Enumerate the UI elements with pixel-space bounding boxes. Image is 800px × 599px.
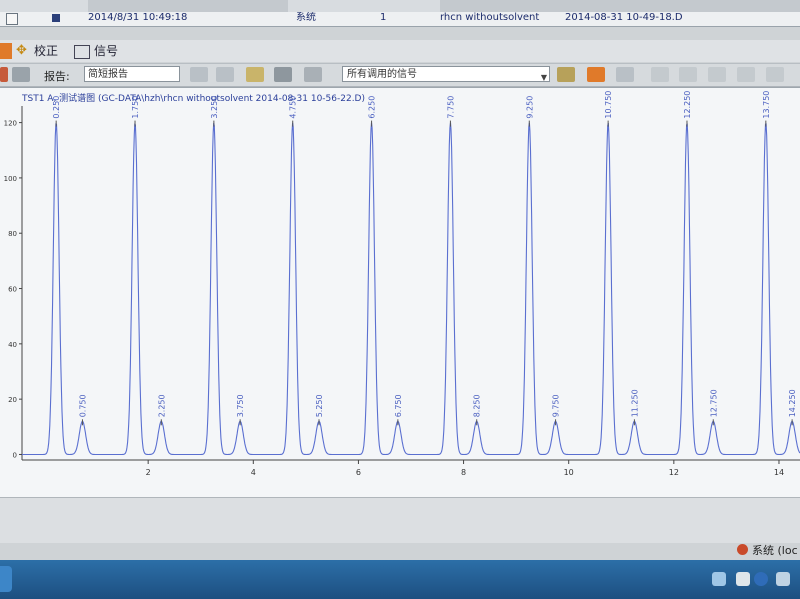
zoom-out-icon[interactable] (616, 67, 634, 82)
table-cell-datetime: 2014/8/31 10:49:18 (88, 12, 188, 23)
tray-help-icon[interactable] (754, 572, 768, 586)
integrate-icon[interactable] (557, 67, 575, 82)
table-cell-blurred (440, 0, 800, 12)
peak-label: 8.250 (473, 394, 482, 417)
table-cell-type: 系统 (296, 12, 316, 23)
peak-label: 13.750 (762, 91, 771, 119)
x-tick-label: 14 (774, 468, 784, 477)
sequence-table: 2014/8/31 10:49:18 系统 1 rhcn withoutsolv… (0, 0, 800, 27)
peak-label: 6.750 (394, 394, 403, 417)
y-tick-label: 120 (4, 120, 17, 128)
app-menu-icon[interactable] (0, 43, 12, 59)
x-tick-label: 6 (356, 468, 361, 477)
preview-icon[interactable] (216, 67, 234, 82)
y-tick-label: 40 (8, 341, 17, 349)
x-tick-label: 12 (669, 468, 679, 477)
y-tick-label: 80 (8, 230, 17, 238)
table-cell-count: 1 (380, 12, 387, 23)
table-cell-name: rhcn withoutsolvent (440, 12, 540, 23)
x-tick-label: 8 (461, 468, 466, 477)
status-icon (737, 544, 748, 555)
calibrate-menu[interactable]: 校正 (34, 43, 58, 59)
table-cell-blurred (88, 0, 288, 12)
x-tick-label: 10 (564, 468, 574, 477)
peak-label: 9.750 (552, 394, 561, 417)
calibrate-icon: ✥ (16, 43, 27, 58)
peak-label: 5.250 (315, 394, 324, 417)
report-select[interactable]: 简短报告 (84, 66, 180, 82)
copy-icon[interactable] (246, 67, 264, 82)
split-peak-icon[interactable] (737, 67, 755, 82)
edit-icon[interactable] (12, 67, 30, 82)
peak-label: 2.250 (157, 394, 166, 417)
chevron-down-icon: ▼ (540, 73, 547, 82)
peak-label: 11.250 (630, 389, 639, 417)
cursor-icon[interactable] (651, 67, 669, 82)
plot-title: TST1 A, 测试谱图 (GC-DATA\hzh\rhcn withoutso… (22, 94, 365, 104)
delete-peak-icon[interactable] (766, 67, 784, 82)
export-icon[interactable] (304, 67, 322, 82)
menu-bar: ✥ 校正 信号 (0, 40, 800, 62)
x-tick-label: 4 (251, 468, 256, 477)
table-row[interactable]: 2014/8/31 10:49:18 系统 1 rhcn withoutsolv… (0, 12, 800, 25)
peak-label: 12.750 (709, 389, 718, 417)
zoom-icon[interactable] (587, 67, 605, 82)
signal-select[interactable]: 所有调用的信号 ▼ (342, 66, 550, 82)
status-text: 系统 (loc (752, 544, 798, 557)
taskbar (0, 560, 800, 599)
peak-label: 9.250 (525, 96, 534, 119)
print-icon[interactable] (0, 67, 8, 82)
row-checkbox[interactable] (6, 13, 18, 25)
row-icon (52, 14, 60, 22)
chromatogram-chart[interactable]: 0204060801001202 4 6 8 10 12 140.2500.7501.750… (0, 88, 800, 498)
signal-icon (74, 45, 90, 59)
peak-label: 10.750 (604, 91, 613, 119)
chromatogram-trace (22, 122, 800, 456)
report-select-value: 简短报告 (88, 69, 128, 80)
peak-label: 7.750 (446, 96, 455, 119)
y-tick-label: 20 (8, 396, 17, 404)
table-cell-acq: 2014-08-31 10-49-18.D (565, 12, 683, 23)
peak-label: 12.250 (683, 91, 692, 119)
peak-label: 6.250 (368, 96, 377, 119)
tray-network-icon[interactable] (776, 572, 790, 586)
peak-tool-icon[interactable] (679, 67, 697, 82)
peak-label: 0.750 (78, 394, 87, 417)
bottom-panel: 系统 (loc (0, 497, 800, 557)
x-tick-label: 2 (146, 468, 151, 477)
signal-select-value: 所有调用的信号 (347, 69, 417, 80)
chromatogram-panel[interactable]: 0 20 40 60 80 100 120 2 4 6 8 10 12 14 0.250 0.750 1.750… (0, 87, 800, 498)
report-label: 报告: (44, 70, 70, 83)
printer-icon[interactable] (274, 67, 292, 82)
baseline-tool-icon[interactable] (708, 67, 726, 82)
peak-label: 3.750 (236, 394, 245, 417)
tray-flag-icon[interactable] (712, 572, 726, 586)
tray-speaker-icon[interactable] (736, 572, 750, 586)
y-tick-label: 0 (13, 451, 17, 459)
open-icon[interactable] (190, 67, 208, 82)
start-button[interactable] (0, 566, 12, 592)
y-tick-label: 100 (4, 175, 17, 183)
table-row-header[interactable] (0, 0, 800, 12)
report-toolbar: 报告: 简短报告 所有调用的信号 ▼ (0, 63, 800, 87)
y-tick-label: 60 (8, 286, 17, 294)
signal-menu[interactable]: 信号 (94, 43, 118, 59)
peak-label: 14.250 (788, 389, 797, 417)
